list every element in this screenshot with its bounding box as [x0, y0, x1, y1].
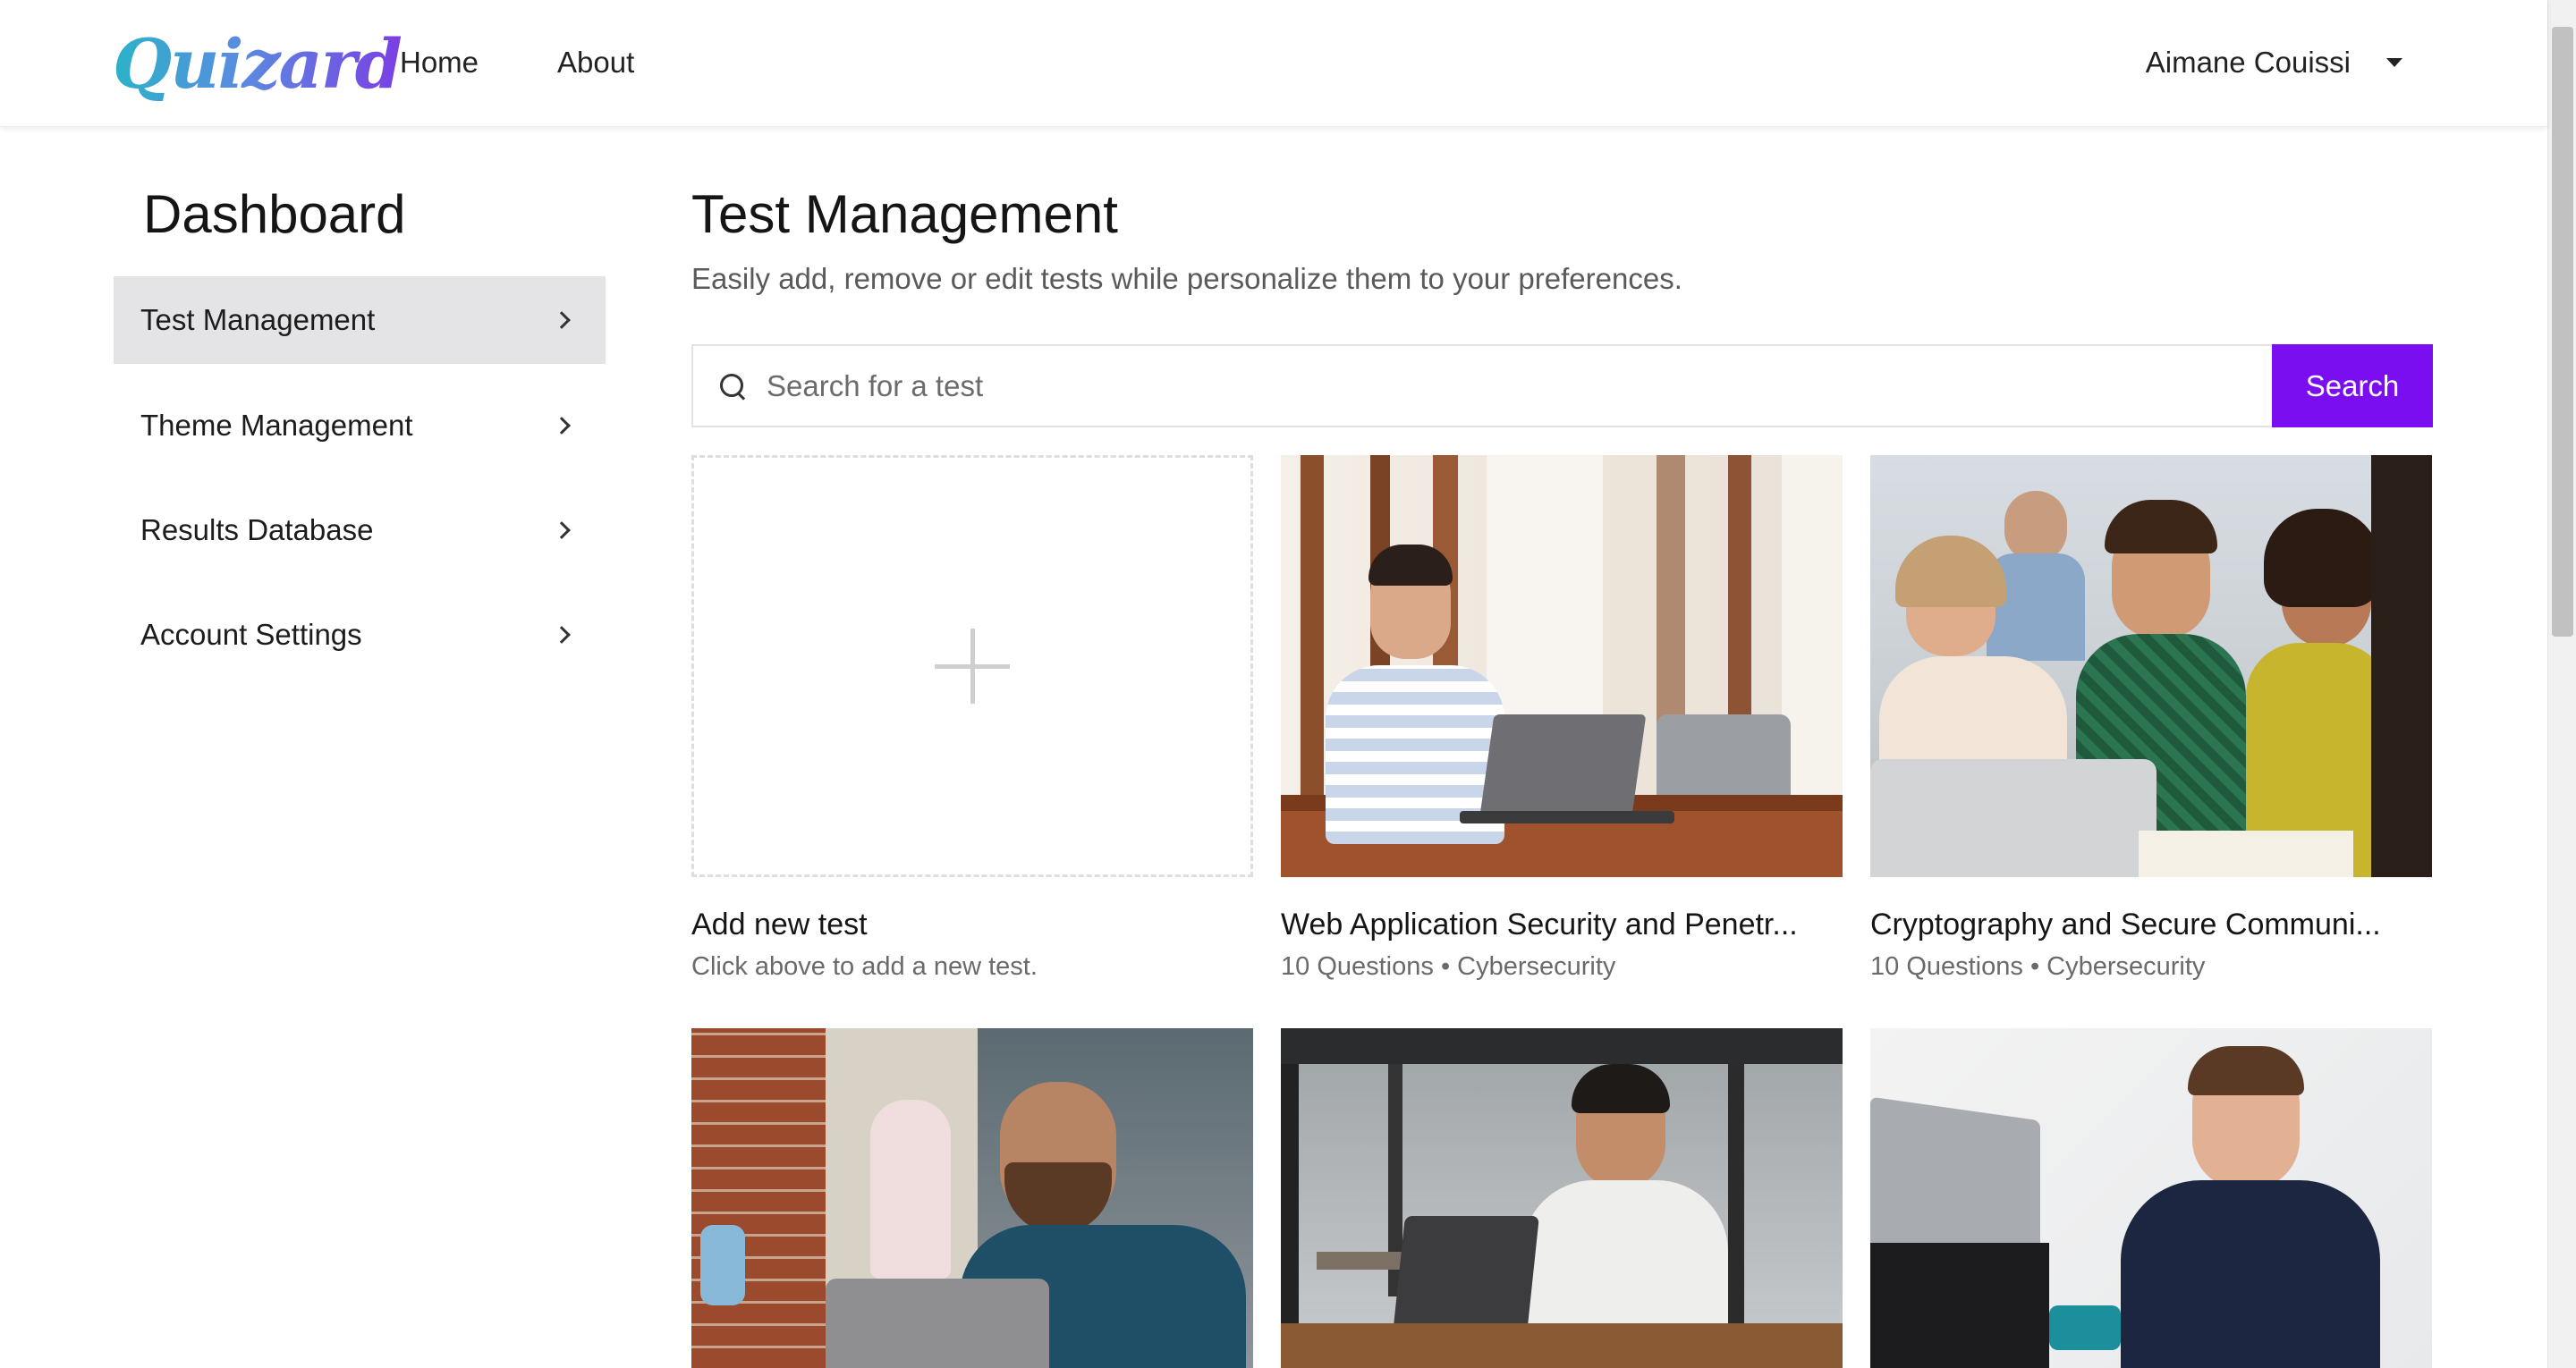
- nav-about-link[interactable]: About: [557, 39, 634, 86]
- user-menu-dropdown[interactable]: Aimane Couissi: [2146, 39, 2402, 86]
- sidebar-item-theme-management[interactable]: Theme Management: [114, 382, 606, 469]
- chevron-right-icon: [553, 521, 571, 539]
- nav-home-link[interactable]: Home: [400, 39, 479, 86]
- page-subtitle: Easily add, remove or edit tests while p…: [691, 262, 1682, 295]
- sidebar-item-label: Theme Management: [140, 409, 413, 442]
- sidebar-item-label: Results Database: [140, 513, 374, 546]
- test-cover-image[interactable]: [691, 1028, 1253, 1368]
- card-title[interactable]: Web Application Security and Penetr...: [1281, 904, 1843, 945]
- card-title[interactable]: Cryptography and Secure Communi...: [1870, 904, 2432, 945]
- caret-down-icon: [2386, 58, 2402, 67]
- page-scrollbar[interactable]: [2547, 0, 2576, 1368]
- quizard-logo[interactable]: Quizard: [113, 20, 402, 109]
- test-card[interactable]: Cryptography and Secure Communi... 10 Qu…: [1870, 455, 2432, 984]
- search-input[interactable]: [767, 368, 2272, 403]
- sidebar-item-account-settings[interactable]: Account Settings: [114, 591, 606, 679]
- chevron-right-icon: [553, 311, 571, 329]
- chevron-right-icon: [553, 417, 571, 435]
- add-test-dropzone[interactable]: [691, 455, 1253, 877]
- sidebar-item-label: Account Settings: [140, 618, 362, 651]
- test-card[interactable]: Web Application Security and Penetr... 1…: [1281, 455, 1843, 984]
- top-navbar: Quizard Home About Aimane Couissi: [0, 0, 2547, 127]
- search-button[interactable]: Search: [2272, 344, 2433, 427]
- plus-icon: [935, 629, 1010, 704]
- card-title: Add new test: [691, 908, 868, 942]
- card-meta: 10 Questions • Cybersecurity: [1281, 952, 1616, 981]
- sidebar-title: Dashboard: [143, 184, 406, 244]
- card-subtitle: Click above to add a new test.: [691, 952, 1038, 981]
- sidebar-item-label: Test Management: [140, 303, 376, 336]
- search-icon: [720, 373, 745, 399]
- chevron-right-icon: [553, 626, 571, 644]
- test-card[interactable]: [1281, 1028, 1843, 1368]
- user-name: Aimane Couissi: [2145, 46, 2351, 79]
- add-test-card: Add new test Click above to add a new te…: [691, 455, 1253, 984]
- test-cover-image[interactable]: [1870, 1028, 2432, 1368]
- page-title: Test Management: [691, 184, 1118, 244]
- test-card[interactable]: [1870, 1028, 2432, 1368]
- test-cover-image[interactable]: [1281, 455, 1843, 877]
- sidebar-item-results-database[interactable]: Results Database: [114, 486, 606, 574]
- test-cover-image[interactable]: [1870, 455, 2432, 877]
- scrollbar-thumb[interactable]: [2552, 27, 2573, 637]
- search-bar: [691, 344, 2272, 427]
- test-card[interactable]: [691, 1028, 1253, 1368]
- sidebar-item-test-management[interactable]: Test Management: [114, 276, 606, 364]
- test-cover-image[interactable]: [1281, 1028, 1843, 1368]
- card-meta: 10 Questions • Cybersecurity: [1870, 952, 2206, 981]
